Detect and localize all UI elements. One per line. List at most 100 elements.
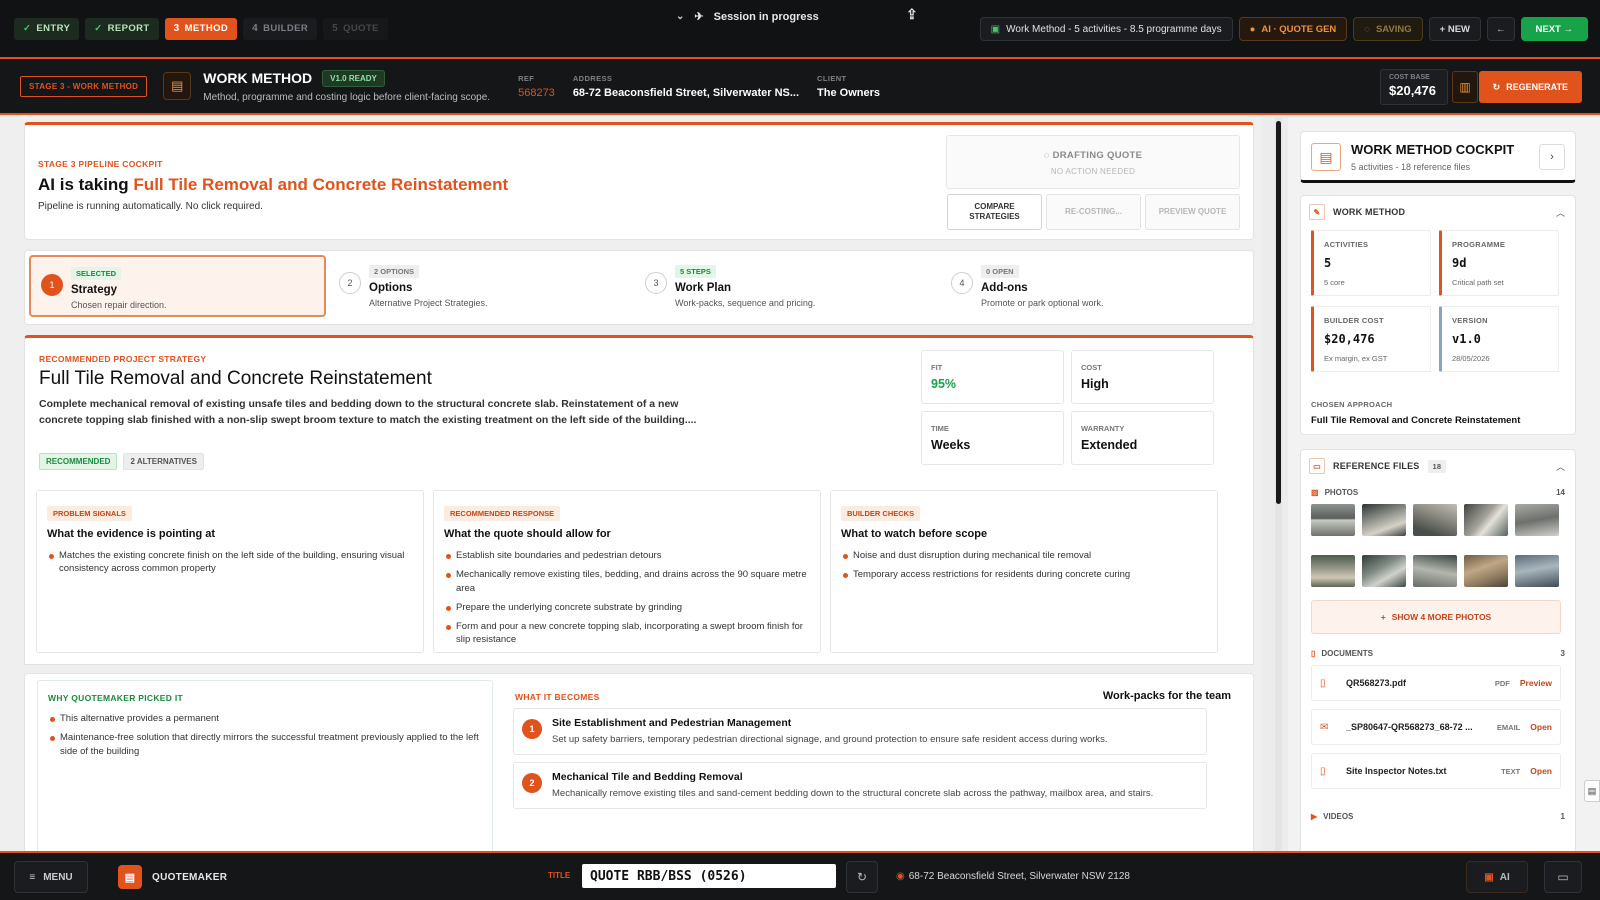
tab-work-plan[interactable]: 3 5 STEPS Work Plan Work-packs, sequence… [635,255,932,317]
step-label: REPORT [107,23,150,34]
stat-value: 5 [1324,256,1332,270]
work-pack-title: Mechanical Tile and Bedding Removal [552,771,743,783]
chevron-up-icon[interactable]: ︿ [1556,460,1565,473]
brand: ▤ QUOTEMAKER [118,861,227,893]
main-scrollbar[interactable] [1275,117,1282,851]
menu-button[interactable]: ≡ MENU [14,861,88,893]
tab-options[interactable]: 2 2 OPTIONS Options Alternative Project … [329,255,626,317]
photo-thumbnail[interactable] [1413,504,1457,536]
documents-count: 3 [1560,649,1565,658]
open-link[interactable]: Open [1530,766,1552,776]
list-item: Establish site boundaries and pedestrian… [444,549,810,562]
show-more-photos-button[interactable]: + SHOW 4 MORE PHOTOS [1311,600,1561,634]
column-heading: What to watch before scope [841,528,988,540]
alternatives-tag[interactable]: 2 ALTERNATIVES [123,453,204,470]
photo-thumbnail[interactable] [1362,504,1406,536]
cockpit-title: WORK METHOD COCKPIT [1351,142,1515,157]
chevron-up-icon[interactable]: ︿ [1556,206,1565,219]
step-quote[interactable]: 5 QUOTE [323,17,388,40]
document-type: PDF [1494,678,1510,688]
recommended-strategy: RECOMMENDED PROJECT STRATEGY Full Tile R… [24,335,1254,475]
footer-bar: ≡ MENU ▤ QUOTEMAKER TITLE ↻ ◉68-72 Beacons… [0,851,1600,900]
preview-link[interactable]: Preview [1520,678,1552,688]
photo-thumbnail[interactable] [1515,555,1559,587]
videos-label: VIDEOS [1323,812,1354,821]
chevron-down-icon[interactable]: ⌄ [676,11,684,22]
meta-label: REF [518,73,535,83]
step-report[interactable]: ✓ REPORT [85,17,159,40]
stat-version: VERSION v1.0 28/05/2026 [1439,306,1559,372]
tab-name: Work Plan [675,282,732,294]
scrollbar-thumb[interactable] [1276,121,1281,504]
compare-strategies-button[interactable]: COMPARE STRATEGIES [947,194,1042,230]
photo-thumbnail[interactable] [1413,555,1457,587]
folder-icon: ▭ [1309,458,1325,474]
chat-dock-icon[interactable]: ▤ [1584,780,1600,802]
strategy-eyebrow: RECOMMENDED PROJECT STRATEGY [39,354,207,364]
spinner-icon: ◌ [1364,23,1370,35]
back-button[interactable]: ← [1487,17,1515,41]
step-method[interactable]: 3 METHOD [164,17,238,40]
new-button[interactable]: + NEW [1428,17,1482,41]
metric-value: 95% [931,377,957,391]
tab-add-ons[interactable]: 4 0 OPEN Add-ons Promote or park optiona… [941,255,1238,317]
session-label: Session in progress [713,10,819,23]
title-label: TITLE [548,871,571,880]
work-pack-item[interactable]: 1 Site Establishment and Pedestrian Mana… [513,708,1207,756]
address-text: 68-72 Beaconsfield Street, Silverwater N… [908,871,1130,882]
stage-stepper: ✓ ENTRY ✓ REPORT 3 METHOD 4 BUILDER 5 QUOTE [14,17,388,40]
document-item[interactable]: ✉ _SP80647-QR568273_68-72 ... EMAIL Open [1311,709,1561,745]
meta-address: ADDRESS 68-72 Beaconsfield Street, Silver… [573,74,799,99]
step-builder[interactable]: 4 BUILDER [243,17,318,40]
document-type: TEXT [1501,766,1521,776]
chevron-right-icon[interactable]: › [1539,144,1565,170]
work-pack-item[interactable]: 2 Mechanical Tile and Bedding Removal Me… [513,762,1207,810]
stat-value: 9d [1452,256,1467,270]
cockpit-eyebrow: STAGE 3 PIPELINE COCKPIT [38,159,163,169]
regenerate-button[interactable]: ↻ REGENERATE [1478,71,1582,103]
work-method-section: ✎ WORK METHOD ︿ ACTIVITIES 5 5 core PROGRAM… [1300,195,1576,435]
step-label: BUILDER [263,23,309,34]
meta-ref: REF 568273 [518,74,555,99]
cost-base: COST BASE $20,476 [1380,69,1448,105]
metric-label: COST [1081,363,1102,372]
cost-value: $20,476 [1389,83,1436,98]
stat-sub: 5 core [1324,278,1345,287]
ai-button[interactable]: ▣ AI [1466,861,1528,893]
document-icon[interactable]: ▥ [1452,71,1478,103]
cockpit-sub: 5 activities - 18 reference files [1351,162,1471,172]
step-entry[interactable]: ✓ ENTRY [14,17,80,40]
refresh-icon[interactable]: ↻ [846,861,878,893]
problem-signals-card: PROBLEM SIGNALS What the evidence is poi… [36,490,424,653]
version-badge: V1.0 READY [322,69,385,87]
next-button[interactable]: NEXT → [1520,17,1588,41]
photo-thumbnail[interactable] [1311,555,1355,587]
list-item: Mechanically remove existing tiles, bedd… [444,568,810,595]
photo-thumbnail[interactable] [1515,504,1559,536]
preview-quote-button[interactable]: PREVIEW QUOTE [1145,194,1240,230]
work-method-sidebar[interactable]: ▤ WORK METHOD COCKPIT 5 activities - 18 … [1288,117,1600,851]
file-pdf-icon: ▯ [1320,677,1326,689]
main-panel[interactable]: STAGE 3 PIPELINE COCKPIT AI is taking Fu… [0,117,1262,851]
open-link[interactable]: Open [1530,722,1552,732]
document-item[interactable]: ▯ Site Inspector Notes.txt TEXT Open [1311,753,1561,789]
document-item[interactable]: ▯ QR568273.pdf PDF Preview [1311,665,1561,701]
folder-icon[interactable]: ▭ [1544,861,1582,893]
photo-thumbnail[interactable] [1311,504,1355,536]
recosting-button[interactable]: RE-COSTING... [1046,194,1141,230]
becomes-heading: Work-packs for the team [1102,690,1231,702]
photo-thumbnail[interactable] [1362,555,1406,587]
session-indicator[interactable]: ⌄ ✈ Session in progress ⇪ [676,6,918,27]
column-heading: What the quote should allow for [444,528,611,540]
meta-label: CLIENT [817,73,847,83]
strategy-title: Full Tile Removal and Concrete Reinstate… [39,368,432,389]
photos-count: 14 [1556,488,1565,497]
ai-quote-gen-button[interactable]: ● AI · QUOTE GEN [1238,17,1348,41]
tab-strategy[interactable]: 1 SELECTED Strategy Chosen repair direct… [29,255,326,317]
quote-title-input[interactable] [582,864,836,888]
share-icon[interactable]: ⇪ [906,6,918,23]
photo-thumbnail[interactable] [1464,555,1508,587]
work-pack-desc: Set up safety barriers, temporary pedest… [552,734,1108,745]
photo-thumbnail[interactable] [1464,504,1508,536]
document-name: QR568273.pdf [1346,678,1407,688]
